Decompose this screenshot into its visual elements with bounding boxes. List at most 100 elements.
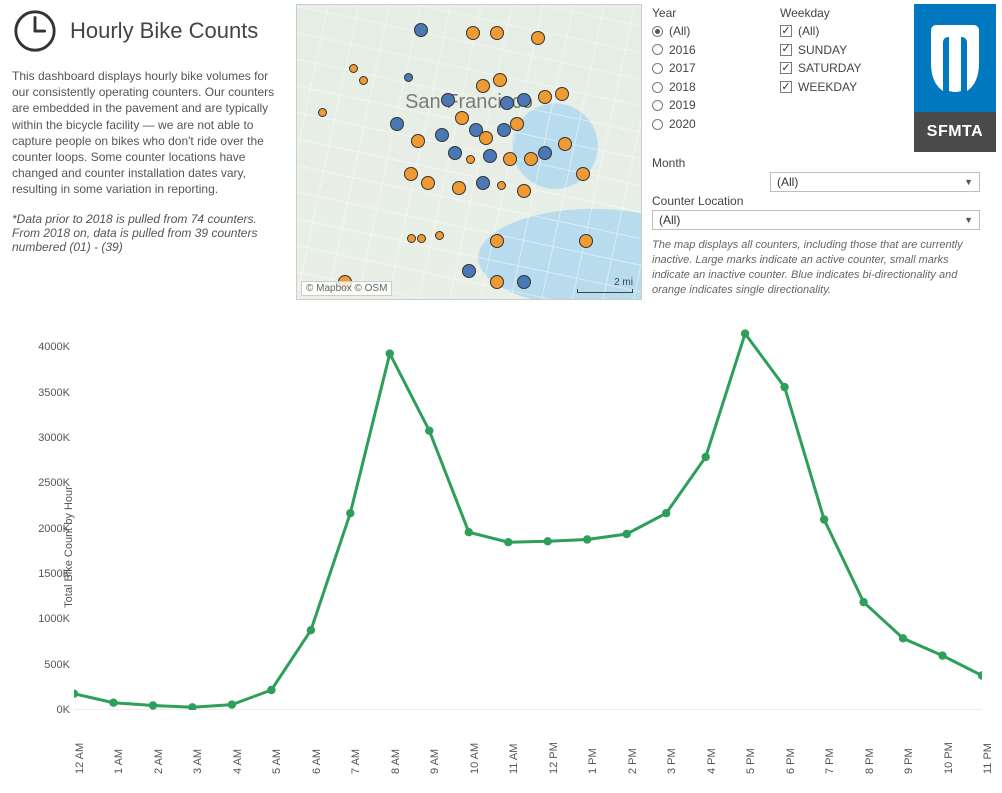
year-option-label: 2017 xyxy=(669,59,696,78)
map-counter-dot[interactable] xyxy=(421,176,435,190)
map-counter-dot[interactable] xyxy=(359,76,368,85)
year-option[interactable]: (All) xyxy=(652,22,762,41)
year-filter: Year (All)20162017201820192020 xyxy=(652,6,762,134)
radio-icon xyxy=(652,119,663,130)
map-counter-dot[interactable] xyxy=(462,264,476,278)
chart-y-tick: 4000K xyxy=(28,341,70,353)
chart-x-tick: 12 AM xyxy=(74,743,82,774)
map-counter-dot[interactable] xyxy=(538,146,552,160)
map-counter-dot[interactable] xyxy=(435,231,444,240)
chart-y-tick: 2000K xyxy=(28,523,70,535)
chart-y-tick: 0K xyxy=(28,704,70,716)
map-counter-dot[interactable] xyxy=(497,123,511,137)
chart-x-tick: 5 PM xyxy=(745,748,753,774)
chart-x-tick: 4 AM xyxy=(232,749,240,774)
chart-x-tick: 8 PM xyxy=(864,748,872,774)
map-legend-note: The map displays all counters, including… xyxy=(652,238,980,297)
chart-x-tick: 3 AM xyxy=(192,749,200,774)
weekday-option[interactable]: SUNDAY xyxy=(780,41,890,60)
weekday-option[interactable]: (All) xyxy=(780,22,890,41)
map-counter-dot[interactable] xyxy=(414,23,428,37)
year-option-label: 2020 xyxy=(669,115,696,134)
chevron-down-icon: ▼ xyxy=(964,177,973,187)
map-counter-dot[interactable] xyxy=(493,73,507,87)
weekday-option[interactable]: SATURDAY xyxy=(780,59,890,78)
map-counter-dot[interactable] xyxy=(476,79,490,93)
chart-x-tick: 11 PM xyxy=(982,743,990,774)
map-counter-dot[interactable] xyxy=(576,167,590,181)
map-counter-dot[interactable] xyxy=(490,26,504,40)
dashboard-footnote: *Data prior to 2018 is pulled from 74 co… xyxy=(12,212,284,254)
sfmta-logo-icon xyxy=(927,23,983,93)
chart-x-tick: 7 AM xyxy=(350,749,358,774)
map-counter-dot[interactable] xyxy=(404,167,418,181)
year-option-label: 2018 xyxy=(669,78,696,97)
sfmta-logo: SFMTA xyxy=(914,4,996,152)
chart-x-tick: 8 AM xyxy=(390,749,398,774)
map-counter-dot[interactable] xyxy=(435,128,449,142)
map-counter-dot[interactable] xyxy=(500,96,514,110)
radio-icon xyxy=(652,26,663,37)
chevron-down-icon: ▼ xyxy=(964,215,973,225)
weekday-option-label: (All) xyxy=(798,22,819,41)
counter-location-heading: Counter Location xyxy=(652,194,980,208)
year-option[interactable]: 2020 xyxy=(652,115,762,134)
counter-map[interactable]: San Francisco © Mapbox © OSM 2 mi xyxy=(296,4,642,300)
chart-y-tick: 500K xyxy=(28,659,70,671)
weekday-filter: Weekday (All)SUNDAYSATURDAYWEEKDAY xyxy=(780,6,890,96)
radio-icon xyxy=(652,100,663,111)
month-filter: Month (All) ▼ xyxy=(652,156,980,192)
checkbox-icon xyxy=(780,62,792,74)
chart-x-tick: 12 PM xyxy=(548,742,556,774)
chart-x-tick: 9 PM xyxy=(903,748,911,774)
map-counter-dot[interactable] xyxy=(483,149,497,163)
map-counter-dot[interactable] xyxy=(411,134,425,148)
checkbox-icon xyxy=(780,44,792,56)
map-counter-dot[interactable] xyxy=(466,26,480,40)
chart-x-tick: 7 PM xyxy=(824,748,832,774)
map-counter-dot[interactable] xyxy=(404,73,413,82)
map-counter-dot[interactable] xyxy=(349,64,358,73)
weekday-option-label: SUNDAY xyxy=(798,41,847,60)
year-option[interactable]: 2016 xyxy=(652,41,762,60)
chart-y-tick: 3000K xyxy=(28,432,70,444)
year-option[interactable]: 2017 xyxy=(652,59,762,78)
map-counter-dot[interactable] xyxy=(318,108,327,117)
counter-location-dropdown[interactable]: (All) ▼ xyxy=(652,210,980,230)
month-dropdown[interactable]: (All) ▼ xyxy=(770,172,980,192)
chart-x-tick: 2 AM xyxy=(153,749,161,774)
checkbox-icon xyxy=(780,25,792,37)
map-counter-dot[interactable] xyxy=(455,111,469,125)
weekday-option[interactable]: WEEKDAY xyxy=(780,78,890,97)
map-counter-dot[interactable] xyxy=(510,117,524,131)
chart-y-tick: 1500K xyxy=(28,568,70,580)
map-counter-dot[interactable] xyxy=(390,117,404,131)
radio-icon xyxy=(652,63,663,74)
map-counter-dot[interactable] xyxy=(466,155,475,164)
month-filter-heading: Month xyxy=(652,156,980,170)
hourly-bike-count-chart[interactable]: Total Bike Count by Hour 0K500K1000K1500… xyxy=(12,312,990,782)
chart-x-tick: 6 AM xyxy=(311,749,319,774)
year-option[interactable]: 2018 xyxy=(652,78,762,97)
weekday-option-label: WEEKDAY xyxy=(798,78,857,97)
clock-icon xyxy=(12,8,58,54)
chart-y-tick: 3500K xyxy=(28,387,70,399)
year-option-label: 2016 xyxy=(669,41,696,60)
map-counter-dot[interactable] xyxy=(538,90,552,104)
map-counter-dot[interactable] xyxy=(524,152,538,166)
chart-x-tick: 3 PM xyxy=(666,748,674,774)
weekday-filter-heading: Weekday xyxy=(780,6,890,20)
chart-x-tick: 10 PM xyxy=(943,742,951,774)
map-scale: 2 mi xyxy=(577,277,633,293)
chart-x-tick: 6 PM xyxy=(785,748,793,774)
chart-x-tick: 2 PM xyxy=(627,748,635,774)
map-counter-dot[interactable] xyxy=(490,234,504,248)
chart-x-tick: 11 AM xyxy=(508,744,516,774)
chart-x-tick: 5 AM xyxy=(271,749,279,774)
chart-x-tick: 10 AM xyxy=(469,743,477,774)
chart-x-tick: 1 PM xyxy=(587,748,595,774)
chart-x-tick: 1 AM xyxy=(113,749,121,774)
map-counter-dot[interactable] xyxy=(476,176,490,190)
map-counter-dot[interactable] xyxy=(497,181,506,190)
year-option[interactable]: 2019 xyxy=(652,96,762,115)
